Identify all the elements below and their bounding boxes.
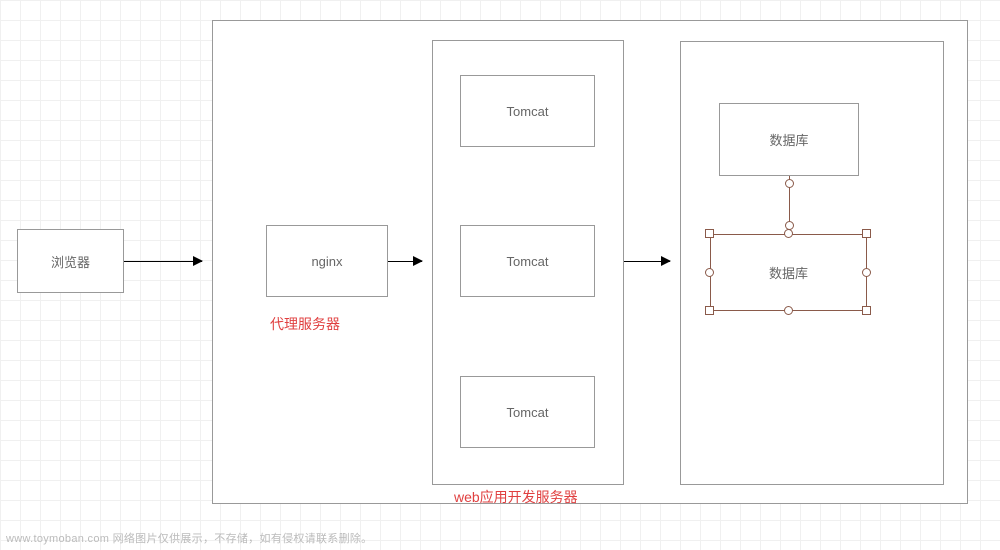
nginx-label: nginx (311, 254, 342, 269)
database-node-1: 数据库 (719, 103, 859, 176)
tomcat-label-3: Tomcat (507, 405, 549, 420)
browser-node: 浏览器 (17, 229, 124, 293)
arrow-browser-to-main (124, 261, 202, 262)
proxy-server-label: 代理服务器 (270, 314, 340, 334)
database-node-2-selected[interactable]: 数据库 (710, 234, 867, 311)
selection-handle-se[interactable] (862, 306, 871, 315)
tomcat-label-2: Tomcat (507, 254, 549, 269)
database-label-2: 数据库 (769, 263, 808, 282)
database-label-1: 数据库 (769, 130, 808, 149)
selection-handle-sw[interactable] (705, 306, 714, 315)
selection-handle-e[interactable] (862, 268, 871, 277)
tomcat-node-2: Tomcat (460, 225, 595, 297)
selection-handle-nw[interactable] (705, 229, 714, 238)
watermark-text: www.toymoban.com 网络图片仅供展示，不存储，如有侵权请联系删除。 (6, 530, 372, 546)
selection-handle-ne[interactable] (862, 229, 871, 238)
browser-label: 浏览器 (51, 252, 90, 271)
selection-handle-w[interactable] (705, 268, 714, 277)
nginx-node: nginx (266, 225, 388, 297)
arrow-tomcat-to-db (624, 261, 670, 262)
tomcat-node-1: Tomcat (460, 75, 595, 147)
web-app-server-label: web应用开发服务器 (454, 487, 578, 507)
selection-handle-n[interactable] (784, 229, 793, 238)
arrow-nginx-to-tomcat (388, 261, 422, 262)
selection-handle-s[interactable] (784, 306, 793, 315)
tomcat-label-1: Tomcat (507, 104, 549, 119)
db-connector-circle-top (785, 179, 794, 188)
tomcat-node-3: Tomcat (460, 376, 595, 448)
